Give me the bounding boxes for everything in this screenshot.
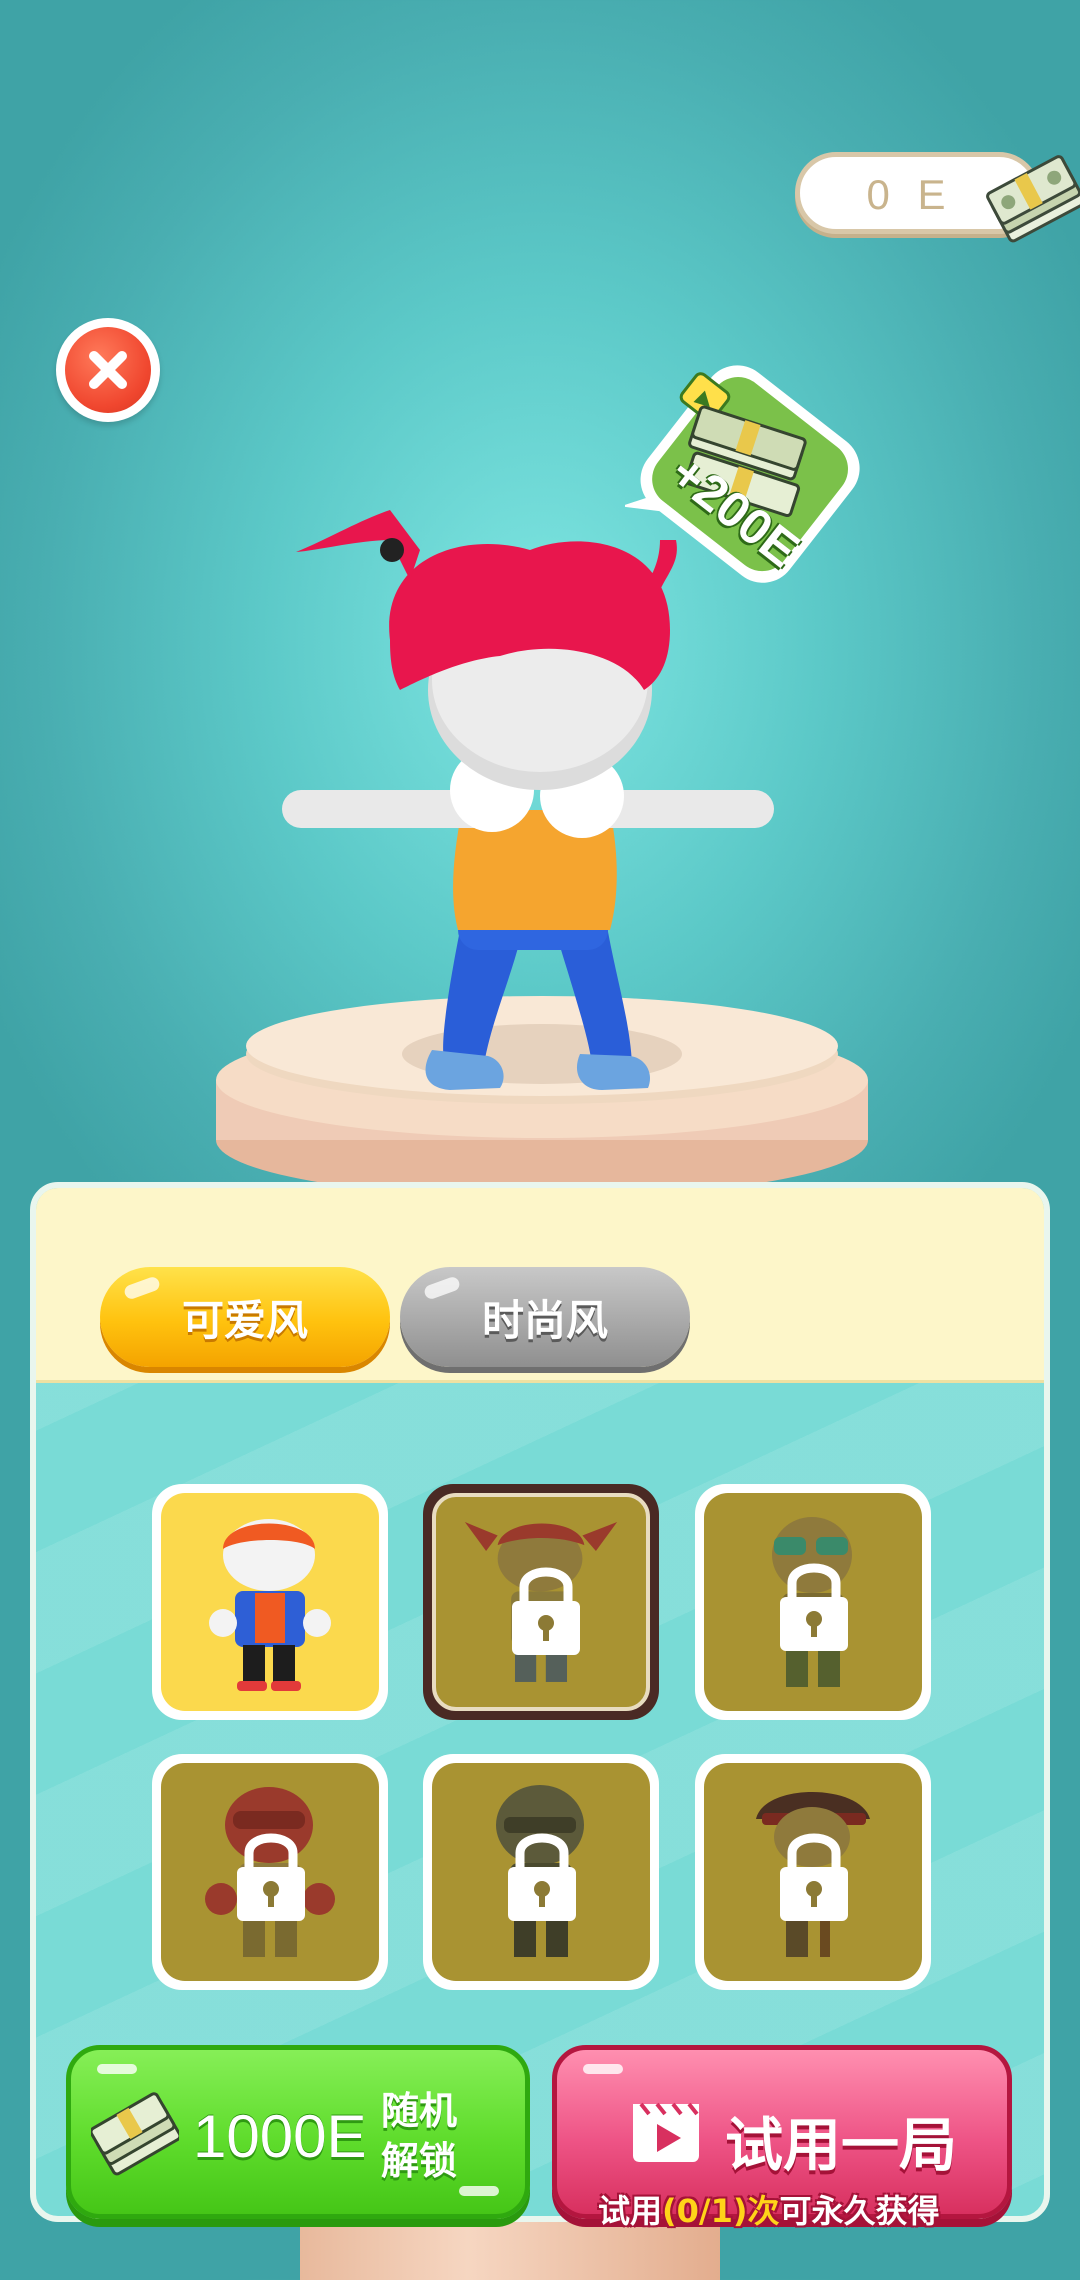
skin-boxer[interactable] — [152, 1754, 388, 1990]
lock-icon — [512, 1567, 580, 1655]
lock-icon — [508, 1833, 576, 1921]
currency-value: 0 E — [866, 171, 954, 218]
random-unlock-label-2: 解锁 — [381, 2139, 458, 2183]
close-icon — [89, 351, 127, 389]
trial-note-prefix: 试用 — [598, 2192, 663, 2230]
tab-cute-style[interactable]: 可爱风 — [100, 1267, 390, 1367]
lock-icon — [780, 1833, 848, 1921]
tab-fashion-style[interactable]: 时尚风 — [400, 1267, 690, 1367]
trial-note-mid: 次 — [747, 2192, 780, 2230]
random-unlock-label-1: 随机 — [381, 2089, 458, 2133]
skin-pigtail-girl[interactable] — [423, 1484, 659, 1720]
video-play-icon — [633, 2102, 699, 2162]
skin-cap-boy[interactable] — [152, 1484, 388, 1720]
cash-icon — [91, 2092, 179, 2176]
trial-note-suffix: 可永久获得 — [779, 2192, 940, 2230]
cash-stack-icon — [986, 155, 1080, 243]
skin-sunglasses-man[interactable] — [695, 1484, 931, 1720]
tab-cute-style-label: 可爱风 — [181, 1295, 308, 1345]
character-preview — [216, 510, 868, 1198]
lock-icon — [237, 1833, 305, 1921]
close-button[interactable] — [56, 318, 160, 422]
lock-icon — [780, 1563, 848, 1651]
cap-boy-figure — [209, 1519, 331, 1691]
skin-pirate[interactable] — [695, 1754, 931, 1990]
skin-helmet-soldier[interactable] — [423, 1754, 659, 1990]
trial-note: 试用(0/1)次可永久获得 — [598, 2186, 940, 2232]
trial-note-count: (0/1) — [662, 2192, 748, 2230]
tab-fashion-style-label: 时尚风 — [481, 1295, 608, 1345]
random-unlock-button[interactable]: 1000E 随机 解锁 — [66, 2045, 530, 2219]
trial-label: 试用一局 — [725, 2111, 958, 2179]
